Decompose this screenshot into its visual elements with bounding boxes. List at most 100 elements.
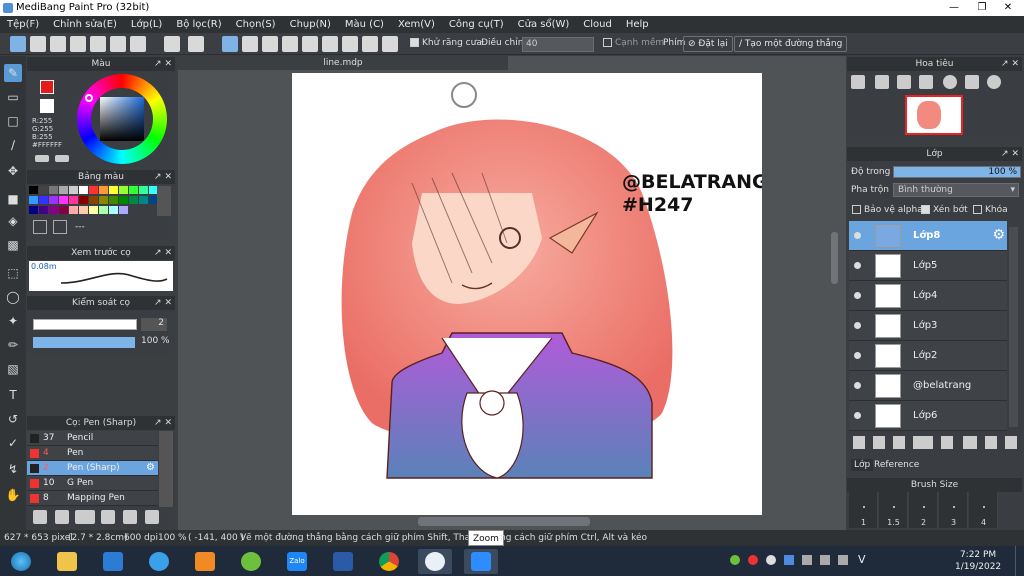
file-explorer-icon[interactable] xyxy=(50,549,84,574)
brush-list-item[interactable]: 2 Pen (Sharp) ⚙ xyxy=(27,461,158,476)
clipping-checkbox[interactable]: Xén bớt xyxy=(921,205,968,215)
eye-icon[interactable] xyxy=(854,262,861,269)
brush-size-cell[interactable]: 3 xyxy=(939,492,968,528)
palette-swatch[interactable] xyxy=(99,186,108,194)
palette-swatch[interactable] xyxy=(79,186,88,194)
gradient-tool-icon[interactable]: ▩ xyxy=(4,236,22,254)
line-tool-icon[interactable]: ∕ xyxy=(4,136,22,154)
palette-swatch[interactable] xyxy=(49,196,58,204)
bluetooth-icon[interactable] xyxy=(784,555,794,565)
edge-icon[interactable] xyxy=(96,549,130,574)
chrome-icon[interactable] xyxy=(372,549,406,574)
rocket-icon[interactable] xyxy=(234,549,268,574)
brush-menu-icon[interactable] xyxy=(75,510,95,524)
text-tool-icon[interactable]: T xyxy=(4,386,22,404)
menu-select[interactable]: Chọn(S) xyxy=(229,16,283,33)
panel-close-icon[interactable]: ↗ ✕ xyxy=(1001,57,1019,71)
settings-snap-icon[interactable] xyxy=(382,36,398,52)
tray-app-icon[interactable] xyxy=(748,555,758,565)
new-8bit-layer-icon[interactable] xyxy=(893,436,905,449)
palette-swatch[interactable] xyxy=(99,206,108,214)
hand-tool-icon[interactable]: ✋ xyxy=(4,486,22,504)
brush-list-item[interactable]: 4 Pen xyxy=(27,446,158,461)
palette-swatch[interactable] xyxy=(99,196,108,204)
brush-cloud-icon[interactable] xyxy=(33,510,47,524)
palette-swatch[interactable] xyxy=(89,206,98,214)
move-tool-icon[interactable]: ✥ xyxy=(4,162,22,180)
brush-list-item[interactable]: 37 Pencil xyxy=(27,431,158,446)
brush-size-cell[interactable]: 4 xyxy=(969,492,998,528)
brush-opacity-slider[interactable] xyxy=(33,337,135,348)
brush-list-item[interactable]: 8 Mapping Pen xyxy=(27,491,158,506)
primary-color-swatch[interactable] xyxy=(40,80,54,94)
menu-help[interactable]: Help xyxy=(619,16,656,33)
secondary-color-swatch[interactable] xyxy=(40,99,54,113)
palette-swatches[interactable] xyxy=(29,186,158,216)
comment-icon[interactable] xyxy=(50,36,66,52)
vanish-snap-icon[interactable] xyxy=(282,36,298,52)
panel-close-icon[interactable]: ↗ ✕ xyxy=(154,57,172,71)
palette-swatch[interactable] xyxy=(109,196,118,204)
layer-opacity-slider[interactable]: 100 % xyxy=(893,166,1021,178)
palette-swatch[interactable] xyxy=(59,196,68,204)
color-mode-button[interactable] xyxy=(35,155,49,162)
zoom-out-icon[interactable] xyxy=(875,75,889,89)
gear-icon[interactable]: ⚙ xyxy=(992,227,1005,243)
menu-filter[interactable]: Bộ lọc(R) xyxy=(169,16,228,33)
menu-file[interactable]: Tệp(F) xyxy=(0,16,46,33)
word-icon[interactable] xyxy=(326,549,360,574)
canvas-v-scrollbar[interactable] xyxy=(831,232,838,284)
palette-swatch[interactable] xyxy=(119,206,128,214)
start-icon[interactable] xyxy=(4,549,38,574)
layer-row[interactable]: @belatrang xyxy=(849,371,1007,401)
hue-cursor[interactable] xyxy=(85,94,93,102)
rect-tool-icon[interactable]: □ xyxy=(4,112,22,130)
straight-line-button[interactable]: ∕ Tạo một đường thẳng xyxy=(734,36,848,52)
layer-row[interactable]: Lớp3 xyxy=(849,311,1007,341)
document-tab[interactable]: line.mdp xyxy=(178,56,508,70)
redo-icon[interactable] xyxy=(188,36,204,52)
tab-layer[interactable]: Lớp xyxy=(851,459,874,471)
brush-size-cell[interactable]: 1 xyxy=(849,492,878,528)
reset-button[interactable]: ⊘ Đặt lại xyxy=(683,36,733,52)
panel-close-icon[interactable]: ↗ ✕ xyxy=(1001,147,1019,161)
brush-size-value[interactable]: 2 xyxy=(141,318,167,331)
doc-icon[interactable] xyxy=(70,36,86,52)
eraser-tool-icon[interactable]: ▭ xyxy=(4,88,22,106)
flip-icon[interactable] xyxy=(965,75,979,89)
brush-folder-icon[interactable] xyxy=(123,510,137,524)
palette-swatch[interactable] xyxy=(29,196,38,204)
battery-icon[interactable] xyxy=(820,555,830,565)
zoom-app-icon[interactable] xyxy=(464,549,498,574)
layer-folder-icon[interactable] xyxy=(963,436,977,449)
palette-swatch[interactable] xyxy=(79,196,88,204)
antialias-checkbox[interactable]: Khử răng cưa xyxy=(410,38,482,48)
eyedropper-tool-icon[interactable]: ✓ xyxy=(4,434,22,452)
export-icon[interactable] xyxy=(30,36,46,52)
menu-tools[interactable]: Công cụ(T) xyxy=(442,16,511,33)
palette-swatch[interactable] xyxy=(39,206,48,214)
maximize-icon[interactable]: ❐ xyxy=(968,0,996,16)
ellipse-snap-icon[interactable] xyxy=(362,36,378,52)
list-icon[interactable] xyxy=(130,36,146,52)
fill-tool-icon[interactable]: ■ xyxy=(4,190,22,208)
tray-chrome-icon[interactable] xyxy=(766,555,776,565)
antialias-check[interactable] xyxy=(410,38,419,47)
panel-close-icon[interactable]: ↗ ✕ xyxy=(154,170,172,184)
protect-alpha-checkbox[interactable]: Bảo vệ alpha xyxy=(852,205,923,215)
menu-edit[interactable]: Chỉnh sửa(E) xyxy=(46,16,124,33)
layer-row[interactable]: Lớp8 ⚙ xyxy=(849,221,1007,251)
eye-icon[interactable] xyxy=(854,322,861,329)
circle-snap-icon[interactable] xyxy=(322,36,338,52)
media-player-icon[interactable] xyxy=(188,549,222,574)
brush-size-cell[interactable]: 1.5 xyxy=(879,492,908,528)
network-icon[interactable] xyxy=(802,555,812,565)
add-swatch-icon[interactable] xyxy=(33,220,47,234)
radial-snap-icon[interactable] xyxy=(302,36,318,52)
menu-view[interactable]: Xem(V) xyxy=(391,16,442,33)
lock-check[interactable] xyxy=(973,205,982,214)
palette-swatch[interactable] xyxy=(39,186,48,194)
palette-swatch[interactable] xyxy=(109,206,118,214)
brush-list-scrollbar[interactable] xyxy=(159,431,173,507)
select-tool-icon[interactable]: ⬚ xyxy=(4,264,22,282)
